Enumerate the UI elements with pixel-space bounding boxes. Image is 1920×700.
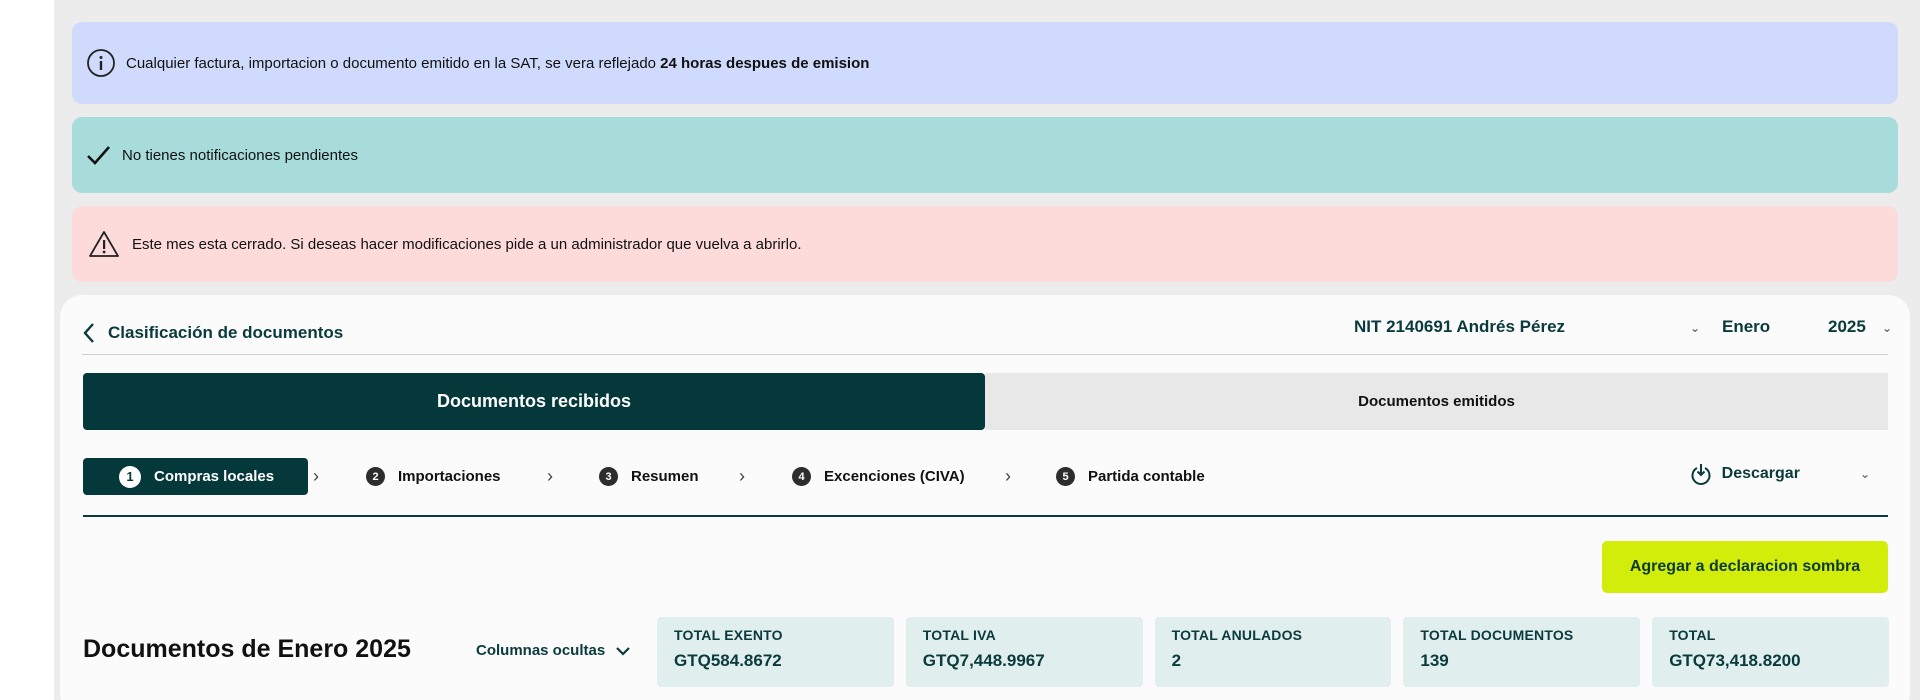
year-select-value: 2025	[1828, 317, 1866, 336]
warning-icon	[88, 230, 120, 258]
notifications-banner-text: No tienes notificaciones pendientes	[122, 146, 358, 164]
stat-value: GTQ73,418.8200	[1669, 651, 1801, 670]
stat-total: TOTAL GTQ73,418.8200	[1652, 617, 1889, 687]
chevron-left-icon	[82, 321, 96, 350]
step-label: Compras locales	[154, 468, 275, 485]
stat-total-iva: TOTAL IVA GTQ7,448.9967	[905, 617, 1143, 687]
stat-label: TOTAL ANULADOS	[1171, 627, 1303, 643]
chevron-down-icon	[615, 643, 631, 660]
stat-total-exento: TOTAL EXENTO GTQ584.8672	[657, 617, 894, 687]
step-label: Excenciones (CIVA)	[824, 468, 965, 485]
stat-value: GTQ7,448.9967	[922, 651, 1045, 670]
notifications-banner: No tienes notificaciones pendientes	[72, 117, 1898, 193]
step-partida-contable[interactable]: 5 Partida contable	[1056, 458, 1205, 495]
entity-select[interactable]: NIT 2140691 Andrés Pérez ⌄	[1354, 317, 1726, 337]
tab-received-documents[interactable]: Documentos recibidos	[83, 373, 985, 430]
step-label: Resumen	[631, 468, 699, 485]
chevron-right-icon: ›	[1005, 466, 1011, 486]
stat-label: TOTAL EXENTO	[674, 627, 783, 643]
info-banner-text: Cualquier factura, importacion o documen…	[126, 54, 870, 72]
hidden-columns-toggle[interactable]: Columnas ocultas	[476, 641, 631, 660]
totals-summary: TOTAL EXENTO GTQ584.8672 TOTAL IVA GTQ7,…	[657, 617, 1889, 687]
year-select[interactable]: 2025 ⌄	[1828, 317, 1892, 337]
step-compras-locales[interactable]: 1 Compras locales	[83, 458, 309, 495]
step-number: 1	[119, 465, 141, 488]
stat-label: TOTAL	[1669, 627, 1716, 643]
step-label: Importaciones	[398, 468, 501, 485]
month-closed-banner: Este mes esta cerrado. Si deseas hacer m…	[72, 206, 1898, 282]
month-select-value: Enero	[1722, 317, 1771, 336]
step-importaciones[interactable]: 2 Importaciones	[366, 458, 501, 495]
download-icon	[1690, 462, 1712, 486]
chevron-down-icon: ⌄	[1690, 321, 1701, 335]
tab-issued-documents[interactable]: Documentos emitidos	[985, 373, 1888, 430]
stat-value: 2	[1171, 651, 1182, 670]
card-header: Clasificación de documentos NIT 2140691 …	[82, 315, 1892, 355]
back-link[interactable]: Clasificación de documentos	[82, 315, 343, 350]
month-closed-banner-text: Este mes esta cerrado. Si deseas hacer m…	[132, 235, 802, 253]
back-link-label: Clasificación de documentos	[108, 322, 344, 342]
download-label: Descargar	[1721, 465, 1800, 482]
entity-select-value: NIT 2140691 Andrés Pérez	[1354, 317, 1566, 336]
add-to-shadow-declaration-button[interactable]: Agregar a declaracion sombra	[1602, 541, 1888, 593]
documents-title: Documentos de Enero 2025	[83, 635, 411, 663]
download-button[interactable]: Descargar ⌄	[1690, 462, 1870, 486]
stat-total-documentos: TOTAL DOCUMENTOS 139	[1403, 617, 1641, 687]
chevron-down-icon: ⌄	[1859, 467, 1870, 481]
info-icon	[86, 48, 116, 78]
stat-label: TOTAL DOCUMENTOS	[1420, 627, 1574, 643]
step-number: 5	[1056, 467, 1075, 486]
check-icon	[86, 143, 112, 167]
document-tabs: Documentos recibidos Documentos emitidos	[83, 373, 1888, 430]
chevron-right-icon: ›	[313, 466, 319, 486]
info-banner: Cualquier factura, importacion o documen…	[72, 22, 1898, 104]
step-number: 2	[366, 467, 385, 486]
stat-value: 139	[1420, 651, 1449, 670]
hidden-columns-label: Columnas ocultas	[476, 642, 606, 659]
process-steps: 1 Compras locales › 2 Importaciones › 3 …	[83, 458, 1888, 517]
chevron-right-icon: ›	[739, 466, 745, 486]
stat-label: TOTAL IVA	[922, 627, 996, 643]
chevron-down-icon: ⌄	[1882, 321, 1893, 335]
documents-card: Clasificación de documentos NIT 2140691 …	[60, 295, 1910, 700]
stat-total-anulados: TOTAL ANULADOS 2	[1154, 617, 1392, 687]
step-number: 4	[792, 467, 811, 486]
step-excenciones[interactable]: 4 Excenciones (CIVA)	[792, 458, 965, 495]
stat-value: GTQ584.8672	[674, 651, 782, 670]
step-number: 3	[599, 467, 618, 486]
chevron-right-icon: ›	[547, 466, 553, 486]
step-resumen[interactable]: 3 Resumen	[599, 458, 699, 495]
step-label: Partida contable	[1088, 468, 1205, 485]
